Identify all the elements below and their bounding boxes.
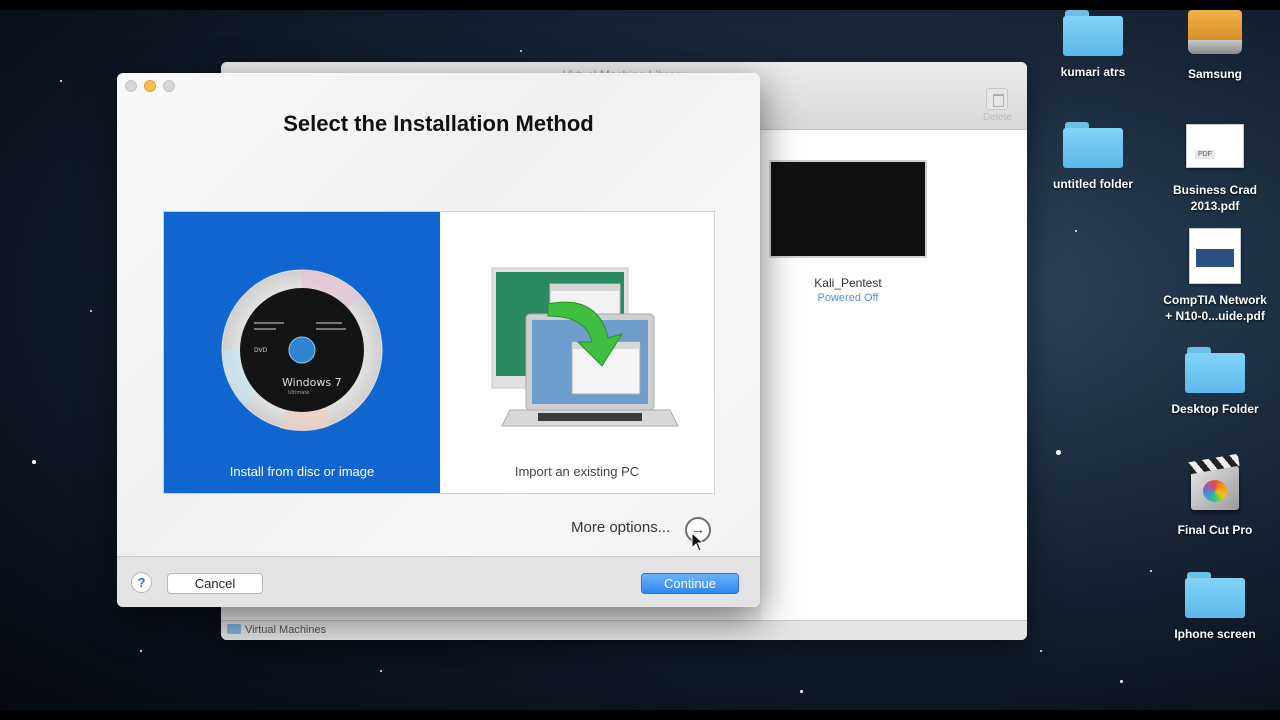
option-label: Install from disc or image: [229, 464, 375, 479]
desktop-icon-untitled-folder[interactable]: untitled folder: [1038, 122, 1148, 192]
folder-icon: [1063, 122, 1123, 168]
color-wheel: [1203, 480, 1227, 502]
desktop-icon-business-card-pdf[interactable]: PDF Business Crad 2013.pdf: [1160, 124, 1270, 214]
desktop-icon-label: CompTIA Network + N10-0...uide.pdf: [1163, 293, 1267, 323]
vm-thumbnail[interactable]: [769, 160, 927, 258]
minimize-window-button[interactable]: [144, 80, 156, 92]
desktop-icon-label: kumari atrs: [1060, 65, 1126, 79]
delete-label: Delete: [983, 112, 1012, 123]
desktop-icon-label: Business Crad 2013.pdf: [1172, 183, 1258, 213]
star: [1040, 650, 1042, 652]
help-button[interactable]: ?: [131, 572, 152, 593]
folder-icon: [1185, 347, 1245, 393]
desktop-icon-samsung[interactable]: Samsung: [1160, 10, 1270, 82]
star: [90, 310, 92, 312]
installation-method-dialog: Select the Installation Method DVD Windo…: [117, 73, 760, 607]
continue-button[interactable]: Continue: [641, 573, 739, 594]
desktop-background: kumari atrs Samsung untitled folder PDF …: [0, 10, 1280, 710]
star: [32, 460, 36, 464]
star: [800, 690, 803, 693]
desktop-icon-comptia-pdf[interactable]: CompTIA Network + N10-0...uide.pdf: [1160, 228, 1270, 324]
final-cut-pro-icon: [1185, 453, 1245, 514]
installation-options: DVD Windows 7 Ultimate Install from disc…: [163, 211, 715, 494]
star: [520, 50, 522, 52]
drive-icon: [1188, 10, 1242, 58]
desktop-icon-label: Final Cut Pro: [1177, 523, 1253, 537]
document-cover-band: [1196, 249, 1234, 267]
star: [140, 650, 142, 652]
vm-status: Powered Off: [817, 292, 879, 304]
star: [1150, 570, 1152, 572]
dialog-title: Select the Installation Method: [283, 111, 594, 136]
dvd-text: DVD: [254, 347, 268, 354]
more-options-link[interactable]: More options...: [571, 519, 670, 536]
disc-icon: DVD Windows 7 Ultimate: [221, 269, 383, 432]
zoom-window-button[interactable]: [163, 80, 175, 92]
desktop-icon-label: untitled folder: [1053, 177, 1133, 191]
desktop-icon-desktop-folder[interactable]: Desktop Folder: [1160, 347, 1270, 417]
trash-icon: [986, 88, 1008, 110]
pdf-document-icon: [1189, 228, 1241, 284]
desktop-icon-label: Iphone screen: [1174, 627, 1256, 641]
drive-bottom: [1188, 40, 1242, 54]
desktop-icon-label: Samsung: [1187, 67, 1242, 81]
desktop-icon-iphone-screen[interactable]: Iphone screen: [1160, 572, 1270, 642]
folder-icon: [227, 624, 241, 634]
folder-icon: [1063, 10, 1123, 56]
option-label: Import an existing PC: [514, 464, 640, 479]
desktop-icon-label: Desktop Folder: [1171, 402, 1259, 416]
migrate-pc-icon: [491, 267, 679, 427]
star: [60, 80, 62, 82]
close-window-button[interactable]: [125, 80, 137, 92]
drive-top: [1188, 10, 1242, 40]
disc-brand-text: Windows 7: [282, 376, 342, 389]
cancel-button[interactable]: Cancel: [167, 573, 263, 594]
star: [380, 670, 382, 672]
delete-button[interactable]: Delete: [983, 88, 1012, 123]
star: [1120, 680, 1123, 683]
dialog-footer: ? Cancel Continue: [117, 556, 760, 607]
vm-name: Kali_Pentest: [814, 276, 882, 290]
desktop-icon-kumari-atrs[interactable]: kumari atrs: [1038, 10, 1148, 80]
star: [1056, 450, 1061, 455]
disc-edition-text: Ultimate: [288, 390, 309, 396]
mouse-pointer-icon: [691, 532, 705, 552]
desktop-icon-final-cut-pro[interactable]: Final Cut Pro: [1160, 453, 1270, 538]
star: [1075, 230, 1077, 232]
statusbar-label: Virtual Machines: [245, 624, 327, 636]
pdf-document-icon: PDF: [1186, 124, 1244, 168]
folder-icon: [1185, 572, 1245, 618]
pdf-tag: PDF: [1195, 150, 1215, 159]
option-import-existing-pc[interactable]: Import an existing PC: [440, 212, 714, 493]
option-install-from-disc[interactable]: DVD Windows 7 Ultimate Install from disc…: [164, 212, 440, 493]
library-statusbar: Virtual Machines: [221, 620, 1027, 640]
